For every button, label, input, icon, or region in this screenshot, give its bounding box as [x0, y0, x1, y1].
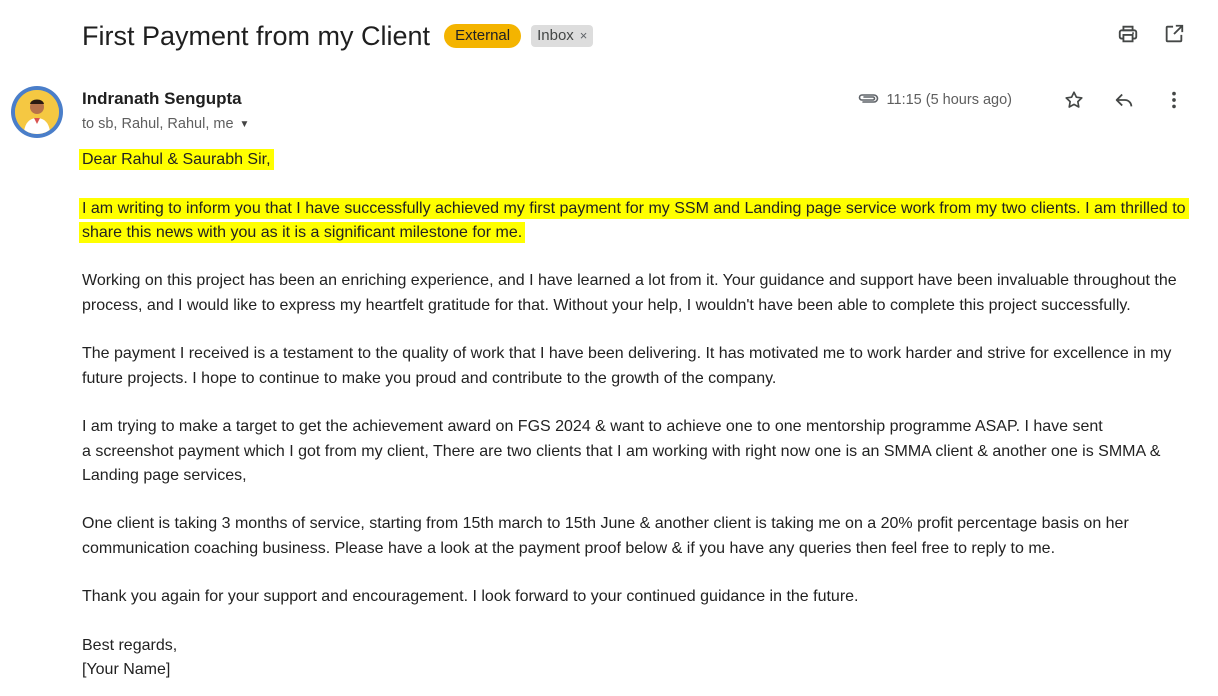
body-paragraph-4-line-1: I am trying to make a target to get the …	[82, 418, 1103, 436]
open-in-new-window-icon[interactable]	[1162, 22, 1186, 46]
email-subject: First Payment from my Client	[82, 20, 431, 51]
paperclip-icon	[857, 90, 881, 111]
reply-icon[interactable]	[1112, 88, 1136, 112]
highlighted-paragraph: I am writing to inform you that I have s…	[79, 197, 1189, 243]
signature-block: Best regards, [Your Name]	[82, 634, 1192, 683]
closing: Best regards,	[82, 636, 178, 654]
body-paragraph-6: Thank you again for your support and enc…	[82, 588, 859, 606]
subject-row: First Payment from my Client External In…	[82, 18, 594, 54]
avatar-photo	[15, 90, 59, 134]
highlighted-greeting: Dear Rahul & Saurabh Sir,	[79, 149, 274, 170]
external-label: External	[444, 24, 522, 48]
body-paragraph-3: The payment I received is a testament to…	[82, 345, 1172, 387]
body-paragraph-4-rest: a screenshot payment which I got from my…	[82, 442, 1161, 484]
body-paragraph-5: One client is taking 3 months of service…	[82, 515, 1129, 557]
more-vertical-icon[interactable]	[1162, 88, 1186, 112]
chevron-down-icon[interactable]: ▼	[240, 119, 250, 130]
remove-label-icon[interactable]: ×	[580, 27, 588, 45]
signature: [Your Name]	[82, 661, 171, 679]
body-paragraph-1: I am writing to inform you that I have s…	[79, 197, 1192, 246]
avatar[interactable]	[11, 86, 63, 138]
body-paragraph-4: I am trying to make a target to get the …	[82, 415, 1192, 488]
message-timestamp: 11:15 (5 hours ago)	[886, 92, 1012, 108]
body-greeting: Dear Rahul & Saurabh Sir,	[79, 148, 1192, 172]
body-paragraph-2: Working on this project has been an enri…	[82, 272, 1177, 314]
print-icon[interactable]	[1116, 22, 1140, 46]
sender-name: Indranath Sengupta	[82, 89, 242, 108]
recipients: to sb, Rahul, Rahul, me ▼	[82, 116, 249, 132]
recipients-text: to sb, Rahul, Rahul, me	[82, 116, 234, 132]
star-icon[interactable]	[1062, 88, 1086, 112]
email-view: First Payment from my Client External In…	[0, 0, 1218, 696]
inbox-label-text: Inbox	[537, 27, 574, 44]
message-meta: 11:15 (5 hours ago)	[857, 88, 1186, 112]
message-body: Dear Rahul & Saurabh Sir, I am writing t…	[79, 148, 1192, 683]
thread-actions	[1116, 22, 1186, 46]
timestamp-group: 11:15 (5 hours ago)	[857, 90, 1012, 111]
inbox-label[interactable]: Inbox ×	[531, 25, 594, 47]
